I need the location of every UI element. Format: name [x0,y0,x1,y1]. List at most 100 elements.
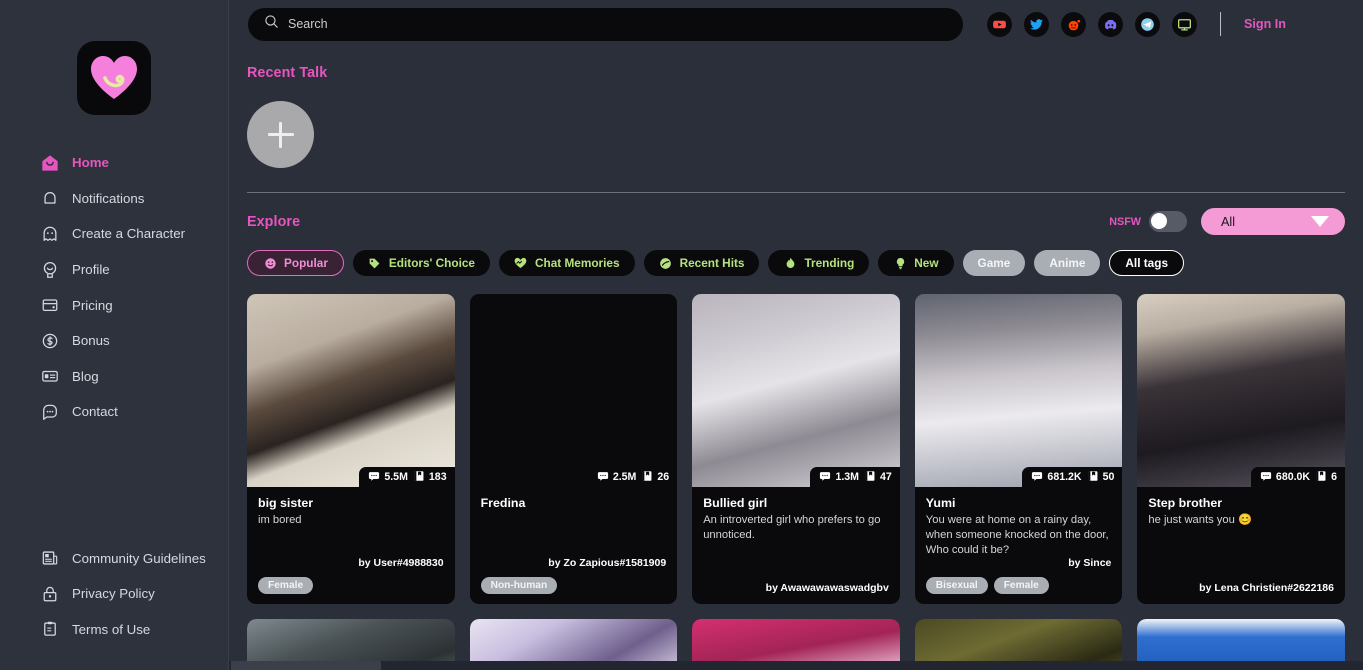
filter-pill-label: Recent Hits [679,256,745,270]
toggle-knob [1151,213,1168,230]
reddit-link[interactable] [1061,11,1086,37]
sidebar-item-notifications[interactable]: Notifications [0,181,228,217]
sidebar-item-label: Bonus [72,333,110,349]
sidebar-item-profile[interactable]: Profile [0,252,228,288]
character-card[interactable]: 1.3M 47 Bullied girl An introverted girl… [692,294,900,605]
sidebar-item-community-guidelines[interactable]: Community Guidelines [0,541,228,577]
chat-count: 2.5M [612,471,637,483]
nsfw-toggle[interactable] [1149,211,1187,232]
explore-controls: NSFW All [1109,208,1345,235]
sidebar-item-blog[interactable]: Blog [0,359,228,395]
chat-count-icon [597,470,609,485]
card-tags: Female [258,577,444,595]
sidebar-item-pricing[interactable]: Pricing [0,287,228,323]
sidebar-item-contact[interactable]: Contact [0,394,228,430]
app-logo[interactable] [77,41,151,115]
card-stats: 2.5M 26 [587,467,678,487]
card-tag[interactable]: Non-human [480,577,558,595]
telegram-icon [1141,17,1154,31]
sidebar-item-label: Profile [72,262,110,278]
card-title: big sister [258,496,314,510]
card-tag[interactable]: Female [258,577,314,595]
recent-talk-title: Recent Talk [247,65,328,81]
save-count: 50 [1102,471,1115,483]
explore-title: Explore [247,213,301,230]
filter-pill-label: All tags [1125,256,1169,270]
card-body: Bullied girl An introverted girl who pre… [692,487,900,604]
character-card[interactable]: 5.5M 183 big sister im bored by User#498… [247,294,455,605]
sidebar-footer-nav: Community Guidelines Privacy Policy Term… [0,541,228,648]
filter-pill-editors-choice[interactable]: Editors' Choice [352,250,490,276]
card-tag[interactable]: Bisexual [925,577,988,595]
sidebar-item-bonus[interactable]: Bonus [0,323,228,359]
sidebar-item-home[interactable]: Home [0,145,228,181]
character-card[interactable]: 2.5M 26 Fredina by Zo Zapious#1581909 No… [469,294,678,605]
smiley-icon [263,256,277,270]
card-author: by Lena Christien#2622186 [1199,582,1334,595]
sidebar-item-privacy-policy[interactable]: Privacy Policy [0,576,228,612]
card-stats: 681.2K 50 [1022,467,1123,487]
chevron-down-icon [1311,216,1329,227]
character-card[interactable]: 681.2K 50 Yumi You were at home on a rai… [914,294,1123,605]
dollar-icon [40,331,59,350]
card-stats: 680.0K 6 [1250,467,1345,487]
category-dropdown[interactable]: All [1201,208,1345,235]
save-count: 6 [1331,471,1337,483]
filter-pill-all-tags[interactable]: All tags [1109,250,1185,276]
card-tags: Non-human [480,577,667,595]
filter-pill-label: Chat Memories [534,256,620,270]
ghost-icon [40,224,59,243]
card-icon [40,296,59,315]
nsfw-label: NSFW [1109,215,1141,228]
explore-header: Explore NSFW All [247,193,1345,235]
card-author: by Awawawawaswadgbv [765,582,889,595]
monitor-link[interactable] [1172,11,1197,37]
filter-pill-game[interactable]: Game [962,250,1026,276]
card-image: 1.3M 47 [692,294,900,487]
sidebar-item-terms-of-use[interactable]: Terms of Use [0,612,228,648]
card-tag[interactable]: Female [993,577,1049,595]
sidebar-item-label: Contact [72,404,118,420]
card-stats: 5.5M 183 [359,467,455,487]
card-title: Yumi [925,496,956,510]
sidebar-item-label: Pricing [72,297,113,313]
filter-pill-recent-hits[interactable]: Recent Hits [643,250,760,276]
scrollbar-thumb[interactable] [231,661,381,670]
card-author: by User#4988830 [358,557,444,570]
sidebar-item-label: Blog [72,368,99,384]
memory-icon [514,256,528,270]
chat-icon [40,402,59,421]
save-count-icon [641,470,653,485]
sidebar-item-create-a-character[interactable]: Create a Character [0,216,228,252]
sidebar-nav: Home Notifications Create a Character Pr… [0,145,228,430]
search-icon [264,14,279,34]
sign-in-button[interactable]: Sign In [1244,17,1286,31]
youtube-link[interactable] [987,11,1012,37]
card-body: Yumi You were at home on a rainy day, wh… [915,487,1123,604]
filter-pill-label: Game [977,256,1011,270]
filter-pill-new[interactable]: New [878,250,954,276]
twitter-link[interactable] [1024,11,1049,37]
sidebar-item-label: Privacy Policy [72,586,155,602]
character-card[interactable]: 680.0K 6 Step brother he just wants you … [1137,294,1345,605]
character-card-grid: 5.5M 183 big sister im bored by User#498… [247,276,1345,605]
filter-pill-anime[interactable]: Anime [1034,250,1101,276]
card-author: by Since [1068,557,1112,570]
logo-container [0,0,228,115]
plus-icon [267,121,294,148]
filter-pill-trending[interactable]: Trending [768,250,870,276]
search-input[interactable] [288,17,947,31]
save-count-icon [1315,470,1327,485]
search-container[interactable] [248,7,963,41]
sidebar-item-label: Community Guidelines [72,550,206,566]
filter-pill-chat-memories[interactable]: Chat Memories [498,250,635,276]
horizontal-scrollbar[interactable] [229,661,1363,670]
card-title: Bullied girl [703,496,768,510]
content-scroll-area[interactable]: Recent Talk Explore NSFW All Popular Edi… [229,48,1363,670]
telegram-link[interactable] [1135,11,1160,37]
add-recent-talk-button[interactable] [247,101,314,168]
filter-pill-label: Editors' Choice [388,256,475,270]
card-author: by Zo Zapious#1581909 [548,557,667,570]
discord-link[interactable] [1098,11,1123,37]
filter-pill-popular[interactable]: Popular [247,250,344,276]
